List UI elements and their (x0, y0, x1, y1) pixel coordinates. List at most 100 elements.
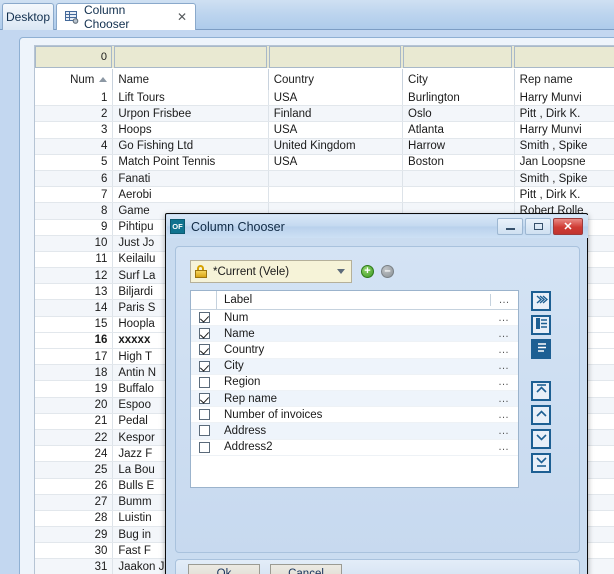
column-header-city[interactable]: City (403, 69, 515, 90)
table-row[interactable]: 6 Fanati Smith , Spike (35, 170, 614, 188)
cell-country: United Kingdom (269, 138, 404, 154)
checked-checkbox-icon[interactable] (198, 328, 210, 340)
unchecked-checkbox-icon[interactable] (198, 409, 210, 421)
expand-all-button[interactable] (531, 291, 551, 311)
column-checkbox-wrap[interactable] (191, 425, 217, 437)
list-item-menu-icon[interactable]: … (490, 360, 518, 372)
dialog-close-button[interactable]: ✕ (553, 218, 583, 235)
list-item[interactable]: Address… (191, 423, 518, 440)
table-row[interactable]: 4 Go Fishing Ltd United Kingdom Harrow Smith… (35, 138, 614, 155)
layout-combo-value: *Current (Vele) (213, 265, 290, 278)
layout-combo[interactable]: *Current (Vele) (190, 260, 352, 283)
column-list-checkbox-header (191, 291, 217, 309)
dialog-tool-buttons (531, 291, 555, 477)
table-row[interactable]: 3 Hoops USA Atlanta Harry Munvi (35, 122, 614, 139)
unchecked-checkbox-icon[interactable] (198, 425, 210, 437)
add-layout-button[interactable]: + (361, 265, 374, 278)
list-item[interactable]: Region… (191, 375, 518, 391)
list-item-menu-icon[interactable]: … (490, 425, 518, 437)
unchecked-checkbox-icon[interactable] (198, 441, 210, 453)
minimize-button[interactable] (497, 218, 523, 235)
unchecked-checkbox-icon[interactable] (198, 376, 210, 388)
list-item[interactable]: Country… (191, 342, 518, 359)
column-checkbox-wrap[interactable] (191, 376, 217, 388)
list-item-menu-icon[interactable]: … (490, 409, 518, 421)
move-up-button[interactable] (531, 405, 551, 425)
chevron-down-icon[interactable] (337, 269, 345, 274)
checked-checkbox-icon[interactable] (198, 312, 210, 324)
column-checkbox-wrap[interactable] (191, 409, 217, 421)
cell-rep: Harry Munvi (515, 122, 614, 137)
checked-checkbox-icon[interactable] (198, 360, 210, 372)
checked-checkbox-icon[interactable] (198, 344, 210, 356)
list-item[interactable]: Name… (191, 326, 518, 343)
list-item-menu-icon[interactable]: … (490, 344, 518, 356)
cell-rep: Pitt , Dirk K. (515, 187, 614, 202)
move-down-button[interactable] (531, 429, 551, 449)
column-list-header-menu-icon[interactable]: … (490, 294, 518, 306)
table-row[interactable]: 2 Urpon Frisbee Finland Oslo Pitt , Dirk K. (35, 106, 614, 123)
column-header-repname[interactable]: Rep name (514, 69, 614, 90)
cell-num: 9 (35, 219, 114, 235)
column-header-country[interactable]: Country (268, 69, 404, 90)
ok-button[interactable]: Ok (188, 564, 260, 574)
of-icon: OF (170, 219, 185, 234)
minimize-icon (505, 228, 515, 230)
list-item-label: City (224, 360, 244, 373)
cancel-button[interactable]: Cancel (270, 564, 342, 574)
list-item-menu-icon[interactable]: … (490, 312, 518, 324)
filter-cell-name[interactable] (114, 46, 267, 68)
move-to-top-button[interactable] (531, 381, 551, 401)
column-chooser-dialog[interactable]: OF Column Chooser ✕ *Current (Vele) + – … (165, 213, 588, 574)
list-item-menu-icon[interactable]: … (490, 328, 518, 340)
dialog-title: Column Chooser (191, 219, 285, 234)
remove-layout-button[interactable]: – (381, 265, 394, 278)
cell-num: 21 (35, 413, 114, 429)
table-row[interactable]: 1 Lift Tours USA Burlington Harry Munvi (35, 90, 614, 107)
cell-rep: Harry Munvi (515, 90, 614, 105)
column-checkbox-wrap[interactable] (191, 441, 217, 453)
cell-country: Finland (269, 106, 404, 122)
maximize-button[interactable] (525, 218, 551, 235)
cell-city (403, 187, 515, 203)
cell-rep: Smith , Spike (515, 139, 614, 154)
cell-num: 29 (35, 527, 114, 543)
list-item[interactable]: Rep name… (191, 390, 518, 408)
table-row[interactable]: 7 Aerobi Pitt , Dirk K. (35, 187, 614, 204)
list-item-menu-icon[interactable]: … (490, 393, 518, 405)
cell-country (269, 170, 404, 187)
list-item[interactable]: City … (191, 358, 518, 375)
filter-cell-country[interactable] (268, 46, 401, 68)
filter-cell-city[interactable] (402, 46, 513, 68)
filter-cell-repname[interactable] (514, 46, 614, 68)
move-to-top-icon (535, 383, 548, 399)
column-header-name[interactable]: Name (113, 69, 269, 90)
list-item[interactable]: Address2… (191, 440, 518, 456)
column-checkbox-wrap[interactable] (191, 344, 217, 356)
show-list-button[interactable] (531, 339, 551, 359)
list-item-label: Number of invoices (224, 408, 323, 421)
list-item[interactable]: Num… (191, 310, 518, 327)
list-item-menu-icon[interactable]: … (490, 441, 518, 453)
tab-desktop[interactable]: Desktop (2, 3, 54, 30)
column-checkbox-wrap[interactable] (191, 393, 217, 405)
column-checkbox-wrap[interactable] (191, 312, 217, 324)
show-details-button[interactable] (531, 315, 551, 335)
grid-filter-row[interactable]: 0 (35, 46, 614, 68)
column-checkbox-wrap[interactable] (191, 328, 217, 340)
column-checkbox-wrap[interactable] (191, 360, 217, 372)
list-item-menu-icon[interactable]: … (490, 376, 518, 388)
filter-cell-num[interactable]: 0 (35, 46, 113, 68)
column-list[interactable]: Label … Num… Name… Country… City… Region… Rep… (190, 290, 519, 488)
list-item[interactable]: Number of invoices … (191, 407, 518, 424)
table-row[interactable]: 5 Match Point Tennis USA Boston Jan Loopsne (35, 154, 614, 171)
close-icon[interactable]: ✕ (177, 11, 187, 23)
tab-column-chooser[interactable]: Column Chooser ✕ (56, 3, 196, 31)
cell-city: Oslo (403, 106, 515, 122)
cell-name: Fanati (113, 170, 269, 187)
column-header-num[interactable]: Num (35, 69, 114, 90)
move-to-bottom-button[interactable] (531, 453, 551, 473)
dialog-title-bar[interactable]: OF Column Chooser ✕ (167, 215, 588, 238)
grid-icon (65, 10, 79, 24)
checked-checkbox-icon[interactable] (198, 393, 210, 405)
